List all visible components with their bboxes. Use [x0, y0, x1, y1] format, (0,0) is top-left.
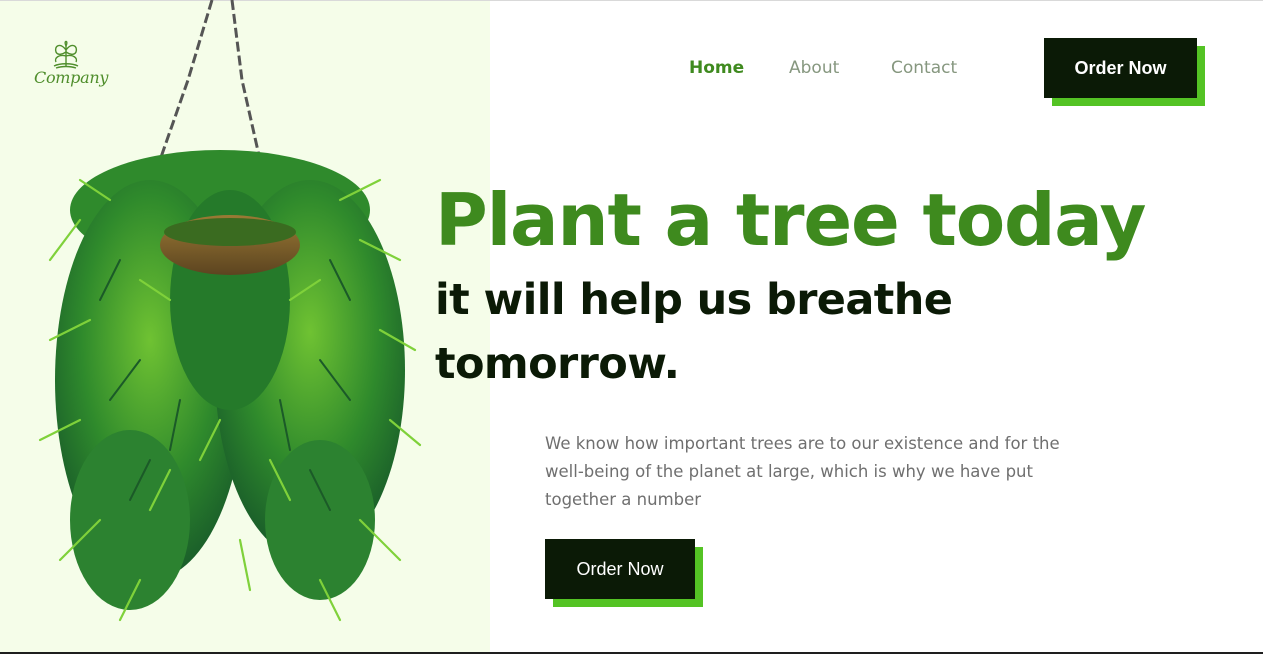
- nav-about[interactable]: About: [789, 58, 839, 78]
- hero-subtitle-line1: it will help us breathe: [435, 275, 953, 325]
- cta-button-wrap: Order Now: [545, 539, 703, 607]
- hero-title: Plant a tree today: [435, 178, 1146, 262]
- nav-home[interactable]: Home: [689, 58, 744, 78]
- hanging-plant-image: [38, 0, 422, 622]
- header-order-now-button[interactable]: Order Now: [1044, 38, 1197, 98]
- hero-subtitle-line2: tomorrow.: [435, 339, 680, 389]
- nav-contact[interactable]: Contact: [891, 58, 957, 78]
- header-order-button-wrap: Order Now: [1044, 38, 1205, 106]
- cta-order-now-button[interactable]: Order Now: [545, 539, 695, 599]
- hero-description: We know how important trees are to our e…: [545, 434, 1060, 509]
- hero-subtitle: it will help us breathe tomorrow.: [435, 268, 1035, 396]
